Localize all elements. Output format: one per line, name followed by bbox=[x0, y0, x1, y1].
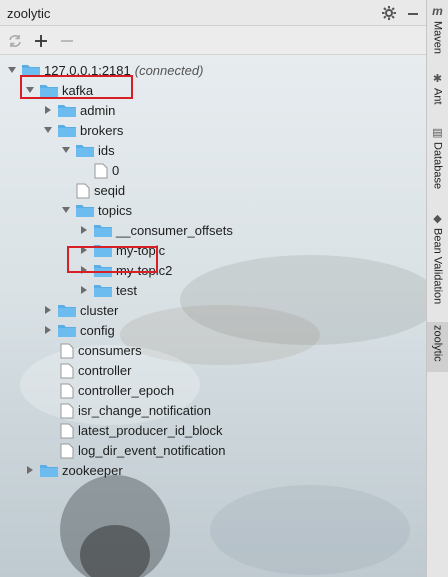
tree-node-controller[interactable]: controller bbox=[60, 360, 131, 380]
tab-label: Maven bbox=[431, 21, 444, 55]
highlight-box-kafka bbox=[20, 75, 133, 99]
node-label: zookeeper bbox=[62, 462, 123, 478]
file-icon bbox=[76, 183, 90, 199]
panel-title: zoolytic bbox=[7, 6, 51, 21]
file-icon bbox=[60, 363, 74, 379]
add-icon[interactable] bbox=[32, 32, 50, 50]
node-label: latest_producer_id_block bbox=[78, 422, 223, 438]
tree-node-controller-epoch[interactable]: controller_epoch bbox=[60, 380, 174, 400]
file-icon bbox=[60, 343, 74, 359]
maven-icon: m bbox=[432, 4, 443, 18]
node-label: brokers bbox=[80, 122, 124, 138]
tab-label: Bean Validation bbox=[431, 228, 444, 305]
tab-label: Database bbox=[431, 142, 444, 190]
node-label: controller_epoch bbox=[78, 382, 175, 398]
file-icon bbox=[60, 383, 74, 399]
node-label: log_dir_event_notification bbox=[78, 442, 226, 458]
tree-node-consumers[interactable]: consumers bbox=[60, 340, 142, 360]
file-icon bbox=[94, 163, 108, 179]
node-label: isr_change_notification bbox=[78, 402, 211, 418]
node-label: consumers bbox=[78, 342, 142, 358]
gear-icon[interactable] bbox=[380, 4, 398, 22]
folder-icon bbox=[40, 463, 58, 477]
file-icon bbox=[60, 403, 74, 419]
panel-title-bar: zoolytic bbox=[0, 0, 426, 26]
tree-node-zookeeper[interactable]: zookeeper bbox=[24, 460, 123, 480]
expand-arrow-icon[interactable] bbox=[42, 324, 54, 336]
node-label: topics bbox=[98, 202, 132, 218]
refresh-icon[interactable] bbox=[6, 32, 24, 50]
node-label: ids bbox=[98, 142, 115, 158]
file-icon bbox=[60, 423, 74, 439]
tab-zoolytic[interactable]: zoolytic bbox=[427, 322, 448, 372]
bean-validation-icon: ◆ bbox=[433, 213, 442, 225]
folder-icon bbox=[94, 223, 112, 237]
ant-icon: ✱ bbox=[432, 73, 443, 85]
node-label: 0 bbox=[112, 162, 120, 178]
folder-icon bbox=[76, 203, 94, 217]
tree-node-latest-producer-id-block[interactable]: latest_producer_id_block bbox=[60, 420, 223, 440]
node-label: test bbox=[116, 282, 137, 298]
minimize-icon[interactable] bbox=[404, 4, 422, 22]
tree-node-topics[interactable]: topics bbox=[60, 200, 132, 220]
node-label: seqid bbox=[94, 182, 126, 198]
node-label: __consumer_offsets bbox=[116, 222, 233, 238]
tree-node-test[interactable]: test bbox=[78, 280, 137, 300]
connection-status: (connected) bbox=[134, 62, 204, 78]
tree-node-admin[interactable]: admin bbox=[42, 100, 115, 120]
folder-icon bbox=[94, 283, 112, 297]
tool-window-strip: m Maven ✱ Ant ▤ Database ◆ Bean Validati… bbox=[426, 0, 448, 577]
tree-node-ids[interactable]: ids bbox=[60, 140, 115, 160]
expand-arrow-icon[interactable] bbox=[78, 224, 90, 236]
database-icon: ▤ bbox=[432, 127, 443, 139]
remove-icon[interactable] bbox=[58, 32, 76, 50]
collapse-arrow-icon[interactable] bbox=[42, 124, 54, 136]
collapse-arrow-icon[interactable] bbox=[6, 64, 18, 76]
toolbar bbox=[0, 27, 426, 55]
tree-node-config[interactable]: config bbox=[42, 320, 115, 340]
folder-icon bbox=[76, 143, 94, 157]
tree-node-cluster[interactable]: cluster bbox=[42, 300, 118, 320]
tab-bean-validation[interactable]: ◆ Bean Validation bbox=[427, 212, 448, 314]
tree-node-id-0[interactable]: 0 bbox=[94, 160, 119, 180]
file-icon bbox=[60, 443, 74, 459]
highlight-box-test bbox=[67, 246, 158, 273]
folder-icon bbox=[58, 123, 76, 137]
folder-icon bbox=[58, 303, 76, 317]
tab-maven[interactable]: m Maven bbox=[427, 4, 448, 62]
tab-label: zoolytic bbox=[431, 325, 444, 362]
collapse-arrow-icon[interactable] bbox=[60, 204, 72, 216]
tree-node-brokers[interactable]: brokers bbox=[42, 120, 123, 140]
node-label: cluster bbox=[80, 302, 119, 318]
tab-database[interactable]: ▤ Database bbox=[427, 126, 448, 198]
collapse-arrow-icon[interactable] bbox=[60, 144, 72, 156]
tab-ant[interactable]: ✱ Ant bbox=[427, 72, 448, 114]
tree-node-seqid[interactable]: seqid bbox=[76, 180, 125, 200]
expand-arrow-icon[interactable] bbox=[78, 284, 90, 296]
tree-node-isr-change-notification[interactable]: isr_change_notification bbox=[60, 400, 211, 420]
expand-arrow-icon[interactable] bbox=[42, 104, 54, 116]
tab-label: Ant bbox=[431, 88, 444, 105]
folder-icon bbox=[58, 103, 76, 117]
zoolytic-panel: zoolytic 127.0.0.1:2181 (connected) kafk… bbox=[0, 0, 426, 577]
expand-arrow-icon[interactable] bbox=[24, 464, 36, 476]
folder-icon bbox=[58, 323, 76, 337]
node-label: admin bbox=[80, 102, 116, 118]
node-label: config bbox=[80, 322, 115, 338]
tree-node-log-dir-event-notification[interactable]: log_dir_event_notification bbox=[60, 440, 225, 460]
node-label: controller bbox=[78, 362, 132, 378]
expand-arrow-icon[interactable] bbox=[42, 304, 54, 316]
tree-node-consumer-offsets[interactable]: __consumer_offsets bbox=[78, 220, 233, 240]
